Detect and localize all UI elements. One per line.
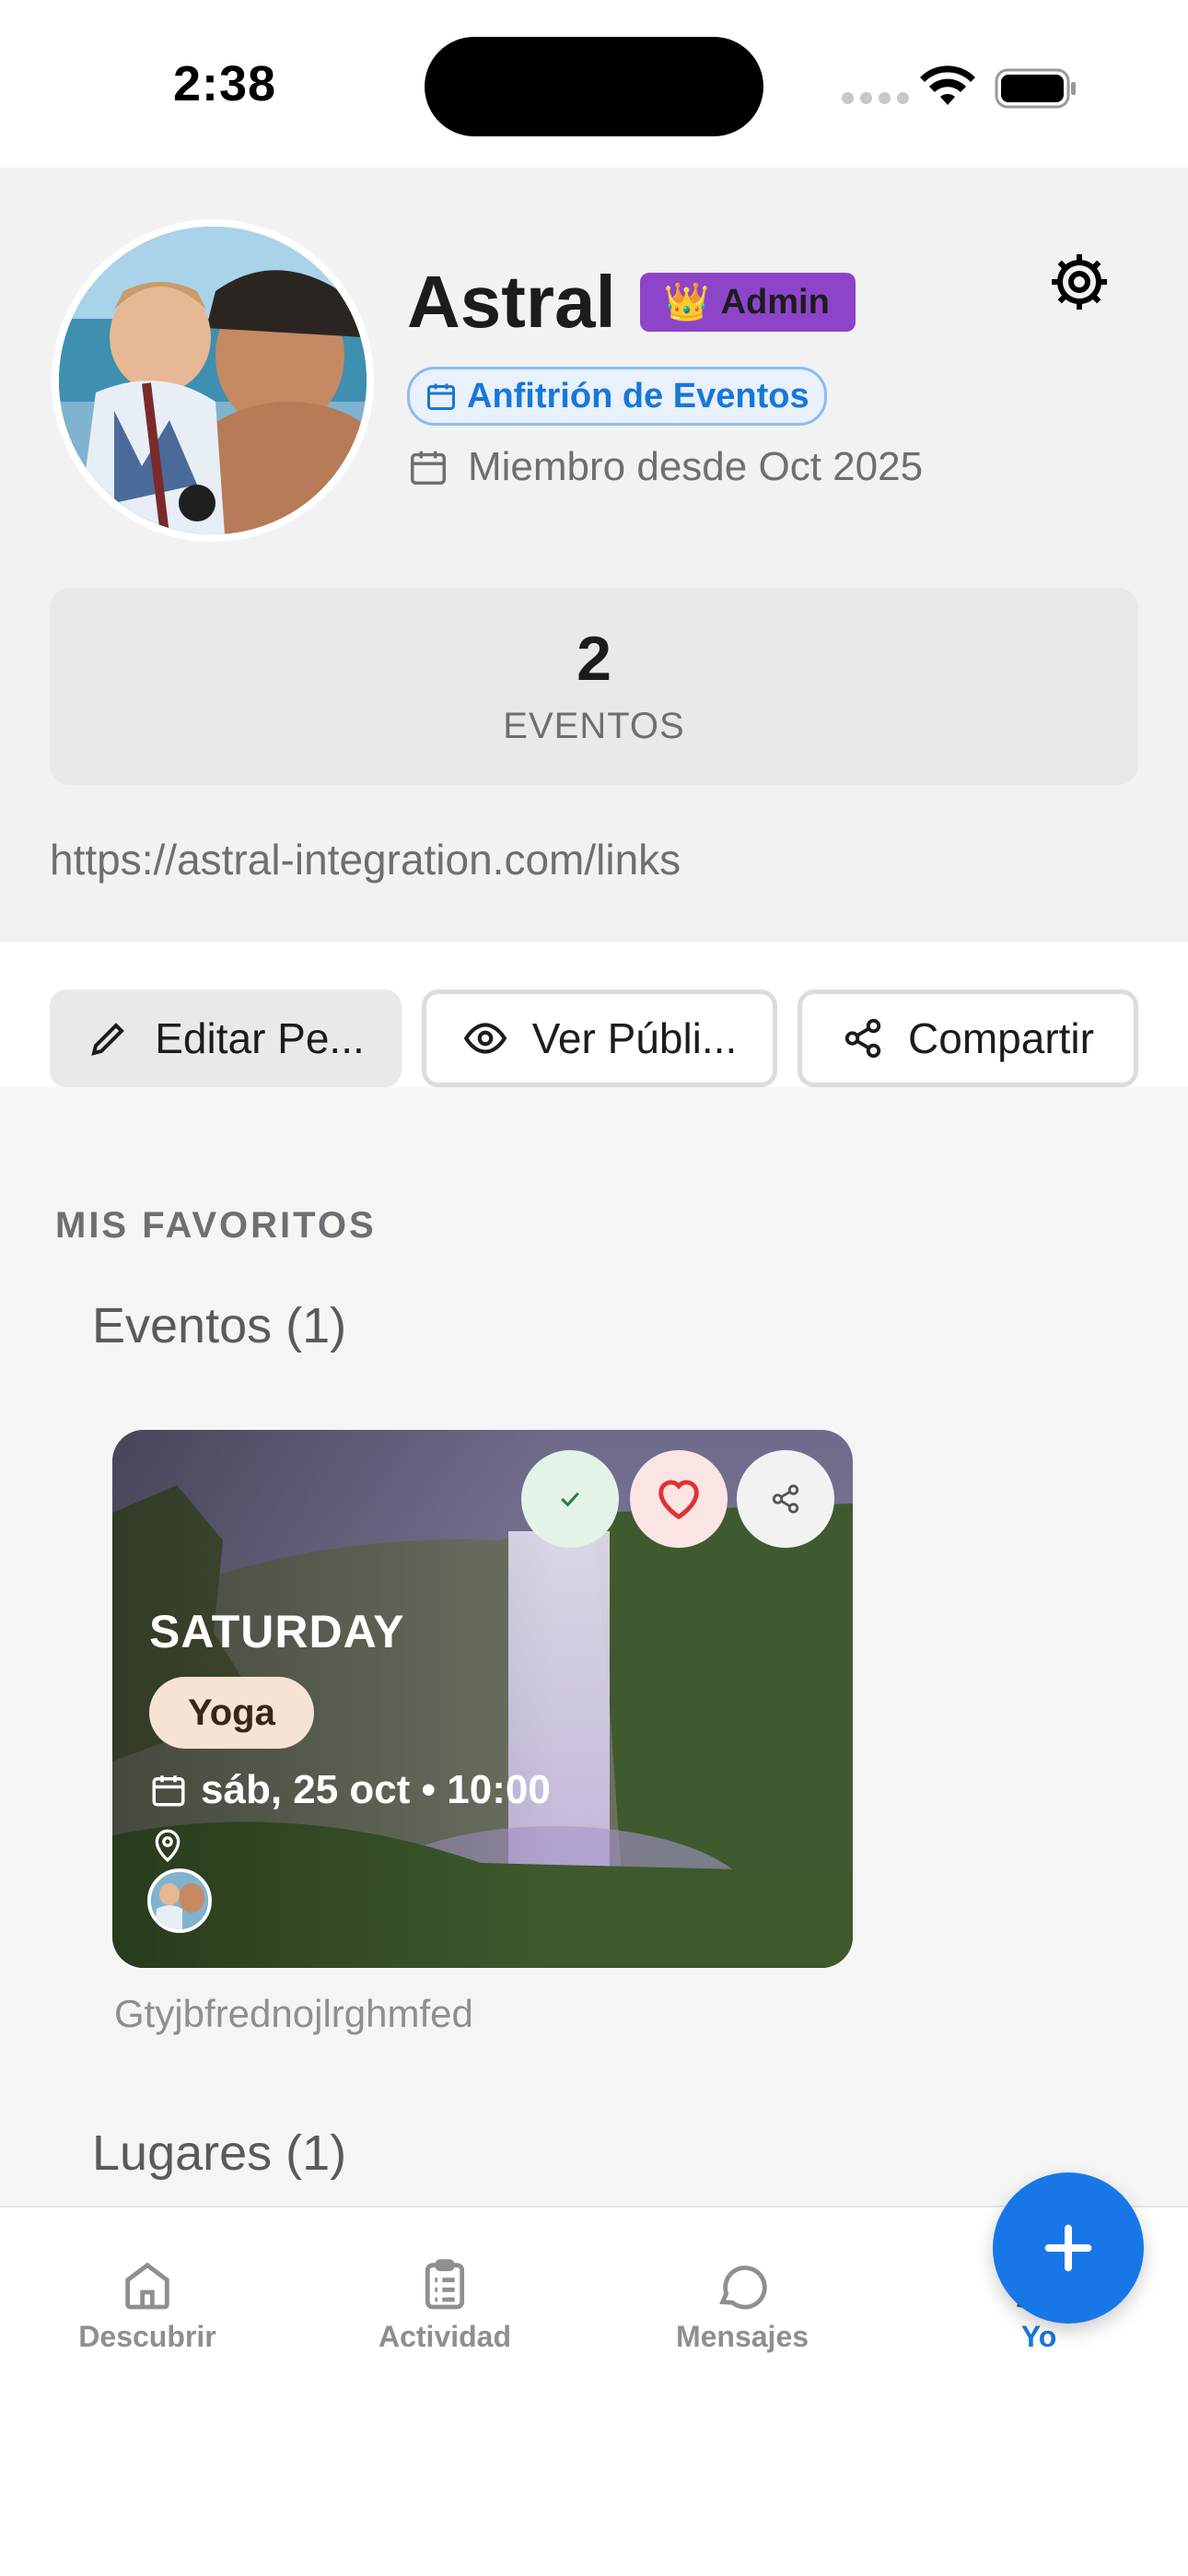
view-public-button[interactable]: Ver Públi... [422, 989, 777, 1087]
events-count-label: EVENTOS [503, 706, 685, 746]
host-avatar-photo [151, 1872, 208, 1929]
calendar-icon [152, 1775, 185, 1807]
eye-icon [463, 1023, 507, 1054]
status-bar: 2:38 [0, 0, 1188, 168]
chat-bubble-icon [719, 2266, 767, 2310]
tab-discover[interactable]: Descubrir [46, 2255, 249, 2354]
favorite-button[interactable] [630, 1450, 728, 1548]
host-badge-label: Anfitrión de Eventos [467, 376, 809, 416]
tab-me-label: Yo [1020, 2320, 1057, 2353]
wifi-icon [920, 65, 975, 105]
share-profile-label: Compartir [908, 1014, 1094, 1062]
create-fab-button[interactable] [993, 2172, 1144, 2324]
tab-messages-label: Mensajes [675, 2320, 809, 2353]
heart-icon [658, 1480, 699, 1520]
tab-discover-label: Descubrir [78, 2320, 216, 2353]
favorite-events-heading: Eventos (1) [92, 1298, 347, 1353]
home-icon [125, 2262, 169, 2310]
member-since: Miembro desde Oct 2025 [407, 444, 923, 490]
event-host-avatar[interactable] [147, 1868, 212, 1933]
host-badge: Anfitrión de Eventos [407, 367, 827, 426]
event-card[interactable]: SATURDAY Yoga sáb, 25 oct • 10:00 [112, 1430, 853, 1968]
tab-activity-label: Actividad [378, 2320, 512, 2353]
pencil-icon [91, 1023, 125, 1056]
battery-icon [995, 68, 1076, 109]
profile-link[interactable]: https://astral-integration.com/links [50, 835, 681, 884]
event-datetime-text: sáb, 25 oct • 10:00 [201, 1767, 551, 1812]
event-caption: Gtyjbfrednojlrghmfed [114, 1992, 473, 2035]
event-share-button[interactable] [737, 1450, 834, 1548]
share-icon [844, 1018, 881, 1059]
favorites-section: MIS FAVORITOS Eventos (1) SATURDAY Yoga … [0, 1087, 1188, 2206]
event-category-tag: Yoga [149, 1677, 314, 1749]
share-profile-button[interactable]: Compartir [798, 989, 1138, 1087]
edit-profile-label: Editar Pe... [155, 1014, 365, 1062]
profile-avatar[interactable] [52, 219, 374, 542]
cellular-signal-icon [842, 92, 909, 104]
profile-header: Astral 👑 Admin Anfitrión de Eventos Miem… [0, 168, 1188, 942]
events-count: 2 [577, 624, 611, 694]
clipboard-icon [425, 2259, 465, 2310]
favorites-heading: MIS FAVORITOS [55, 1205, 377, 1246]
member-since-text: Miembro desde Oct 2025 [468, 444, 924, 489]
share-icon [772, 1484, 799, 1514]
plus-icon [1044, 2224, 1092, 2272]
admin-badge-label: Admin [720, 282, 830, 322]
calendar-icon [427, 383, 455, 410]
events-stat-card[interactable]: 2 EVENTOS [50, 588, 1138, 785]
avatar-photo [59, 227, 367, 534]
event-datetime: sáb, 25 oct • 10:00 [149, 1767, 551, 1813]
event-title: SATURDAY [149, 1606, 405, 1657]
tab-messages[interactable]: Mensajes [641, 2255, 844, 2354]
settings-gear-icon[interactable] [1046, 249, 1112, 315]
profile-name: Astral [407, 261, 616, 343]
rsvp-check-button[interactable] [521, 1450, 619, 1548]
crown-icon: 👑 [663, 282, 710, 322]
calendar-icon [411, 451, 446, 485]
status-time: 2:38 [173, 56, 277, 111]
check-icon [561, 1492, 579, 1507]
favorite-places-heading: Lugares (1) [92, 2125, 347, 2181]
location-pin-icon [155, 1829, 181, 1863]
admin-badge: 👑 Admin [639, 273, 856, 332]
edit-profile-button[interactable]: Editar Pe... [50, 989, 402, 1087]
view-public-label: Ver Públi... [531, 1014, 738, 1062]
profile-actions: Editar Pe... Ver Públi... Compartir [0, 942, 1188, 1087]
dynamic-island [425, 37, 763, 136]
tab-activity[interactable]: Actividad [344, 2255, 546, 2354]
